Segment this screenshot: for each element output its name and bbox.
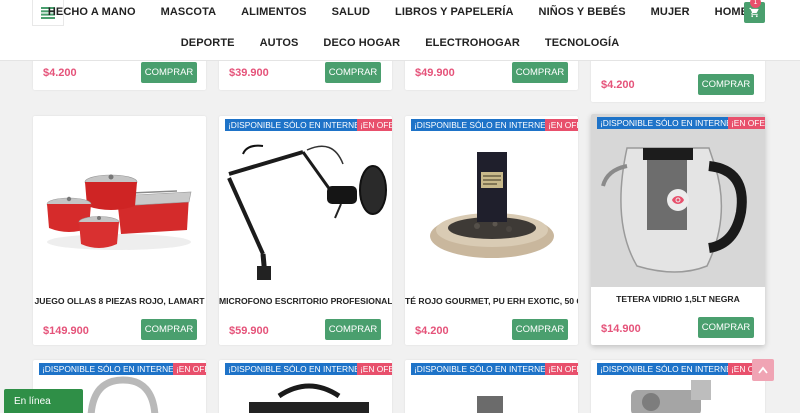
scroll-to-top-button[interactable] — [752, 359, 774, 381]
buy-button[interactable]: COMPRAR — [698, 317, 754, 338]
internet-only-badge: ¡DISPONIBLE SÓLO EN INTERNET! — [225, 119, 371, 131]
product-card: ¡DISPONIBLE SÓLO EN INTERNET! ¡EN OFERTA… — [591, 360, 765, 413]
nav-item-tecnologia[interactable]: TECNOLOGÍA — [545, 37, 619, 49]
product-price: $39.900 — [229, 67, 269, 79]
page: HECHO A MANO MASCOTA ALIMENTOS SALUD LIB… — [0, 0, 800, 413]
product-card: ¡DISPONIBLE SÓLO EN INTERNET! ¡EN OFERTA… — [219, 116, 392, 345]
internet-only-badge: ¡DISPONIBLE SÓLO EN INTERNET! — [411, 363, 557, 375]
offer-badge: ¡EN OFERTA! — [545, 363, 578, 375]
product-name[interactable]: TÉ ROJO GOURMET, PU ERH EXOTIC, 50 GR — [405, 296, 578, 306]
buy-button[interactable]: COMPRAR — [512, 319, 568, 340]
nav-row-primary: HECHO A MANO MASCOTA ALIMENTOS SALUD LIB… — [0, 6, 800, 18]
nav-item-hecho-a-mano[interactable]: HECHO A MANO — [48, 6, 136, 18]
buy-button[interactable]: COMPRAR — [325, 62, 381, 83]
product-price: $14.900 — [601, 323, 641, 335]
product-price: $4.200 — [601, 79, 635, 91]
nav-item-electrohogar[interactable]: ELECTROHOGAR — [425, 37, 520, 49]
chevron-up-icon — [758, 366, 768, 374]
nav-item-alimentos[interactable]: ALIMENTOS — [241, 6, 306, 18]
internet-only-badge: ¡DISPONIBLE SÓLO EN INTERNET! — [411, 119, 557, 131]
internet-only-badge: ¡DISPONIBLE SÓLO EN INTERNET! — [39, 363, 185, 375]
product-card: ¡DISPONIBLE SÓLO EN INTERNET! ¡EN OFERTA… — [219, 360, 392, 413]
bag-image — [249, 383, 369, 413]
product-price: $49.900 — [415, 67, 455, 79]
meat-grinder-image — [631, 380, 711, 413]
buy-button[interactable]: COMPRAR — [141, 62, 197, 83]
eye-icon — [672, 196, 684, 204]
nav-item-autos[interactable]: AUTOS — [260, 37, 299, 49]
product-price: $59.900 — [229, 325, 269, 337]
product-price: $4.200 — [415, 325, 449, 337]
buy-button[interactable]: COMPRAR — [698, 74, 754, 95]
product-price: $149.900 — [43, 325, 89, 337]
product-card: ¡DISPONIBLE SÓLO EN INTERNET! ¡EN OFERTA… — [405, 360, 578, 413]
offer-badge: ¡EN OFERTA! — [173, 363, 206, 375]
internet-only-badge: ¡DISPONIBLE SÓLO EN INTERNET! — [597, 363, 743, 375]
buy-button[interactable]: COMPRAR — [141, 319, 197, 340]
tea-package-image — [477, 396, 503, 413]
top-navigation: HECHO A MANO MASCOTA ALIMENTOS SALUD LIB… — [0, 0, 800, 61]
online-chat-status[interactable]: En línea — [4, 389, 83, 413]
product-price: $4.200 — [43, 67, 77, 79]
headphones-image — [87, 376, 159, 413]
quick-view-button[interactable] — [667, 189, 689, 211]
cart-icon — [749, 7, 759, 18]
product-card: ¡DISPONIBLE SÓLO EN INTERNET! ¡EN OFERTA… — [591, 114, 765, 345]
microphone-image — [227, 144, 387, 280]
product-name[interactable]: MICROFONO ESCRITORIO PROFESIONAL — [219, 296, 392, 306]
pot-set-image — [46, 174, 192, 250]
nav-item-salud[interactable]: SALUD — [332, 6, 370, 18]
nav-item-deporte[interactable]: DEPORTE — [181, 37, 235, 49]
offer-badge: ¡EN OFERTA! — [357, 119, 392, 131]
buy-button[interactable]: COMPRAR — [325, 319, 381, 340]
buy-button[interactable]: COMPRAR — [512, 62, 568, 83]
tea-image — [430, 152, 554, 258]
nav-item-mujer[interactable]: MUJER — [651, 6, 690, 18]
internet-only-badge: ¡DISPONIBLE SÓLO EN INTERNET! — [225, 363, 371, 375]
product-name[interactable]: JUEGO OLLAS 8 PIEZAS ROJO, LAMART — [33, 296, 206, 306]
nav-item-mascota[interactable]: MASCOTA — [161, 6, 217, 18]
offer-badge: ¡EN OFERTA! — [357, 363, 392, 375]
offer-badge: ¡EN OFERTA! — [545, 119, 578, 131]
product-card: ¡DISPONIBLE SÓLO EN INTERNET! ¡EN OFERTA… — [405, 116, 578, 345]
nav-item-ninos-y-bebes[interactable]: NIÑOS Y BEBÉS — [539, 6, 626, 18]
nav-row-secondary: DEPORTE AUTOS DECO HOGAR ELECTROHOGAR TE… — [0, 37, 800, 49]
nav-item-libros-y-papeleria[interactable]: LIBROS Y PAPELERÍA — [395, 6, 514, 18]
product-name[interactable]: TETERA VIDRIO 1,5LT NEGRA — [591, 294, 765, 304]
product-card: JUEGO OLLAS 8 PIEZAS ROJO, LAMART $149.9… — [33, 116, 206, 345]
nav-item-deco-hogar[interactable]: DECO HOGAR — [323, 37, 400, 49]
